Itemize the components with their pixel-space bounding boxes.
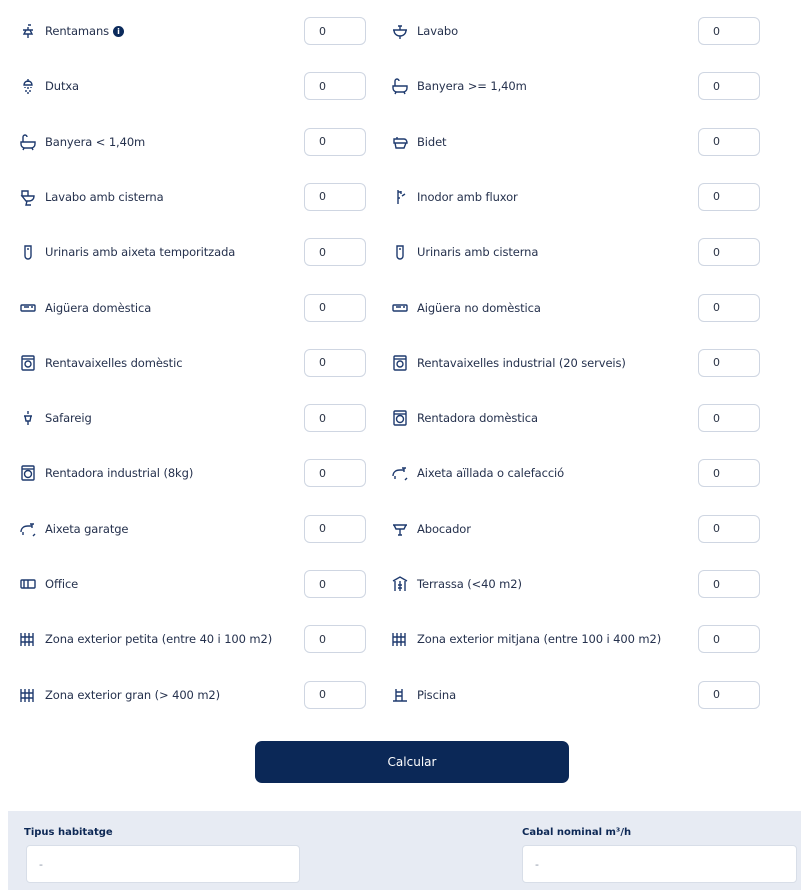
fixture-label: Aigüera no domèstica [417,300,541,315]
fixture-row: Rentamansi Lavabo [0,4,801,58]
fixture-row: Zona exterior gran (> 400 m2) Piscina [0,668,801,722]
fixture-row: Safareig Rentadora domèstica [0,391,801,445]
slop-sink-icon [390,519,410,539]
garden-zone-icon [18,629,38,649]
fixture-label: Zona exterior petita (entre 40 i 100 m2) [45,632,273,647]
fixture-label: Banyera < 1,40m [45,134,146,149]
fixture-quantity-input[interactable] [304,238,366,267]
fixture-label: Inodor amb fluxor [417,189,518,204]
fixture-quantity-input[interactable] [698,570,760,598]
fixture-quantity-input[interactable] [698,293,760,322]
toilet-cistern-icon [18,187,38,207]
fixture-quantity-input[interactable] [698,72,760,101]
urinal-icon [18,242,38,262]
tap-icon [390,463,410,483]
dishwasher-icon [18,353,38,373]
fixture-quantity-input[interactable] [304,514,366,543]
fixture-quantity-input[interactable] [304,404,366,433]
sink-icon [18,298,38,318]
info-icon[interactable]: i [113,25,125,37]
nominal-flow-field: - [522,845,797,883]
terrace-icon [390,574,410,594]
faucet-icon [18,21,38,41]
fixture-label: Zona exterior mitjana (entre 100 i 400 m… [417,632,662,647]
fixture-label: Urinaris amb aixeta temporitzada [45,245,236,260]
fixture-quantity-input[interactable] [304,72,366,101]
washing-machine-icon [18,463,38,483]
fixture-quantity-input[interactable] [698,680,760,709]
fixture-row: Banyera < 1,40m Bidet [0,115,801,169]
fixture-row: Office Terrassa (<40 m2) [0,557,801,611]
fixture-quantity-input[interactable] [304,625,366,654]
washing-machine-icon [390,408,410,428]
fixture-quantity-input[interactable] [698,404,760,433]
fixture-quantity-input[interactable] [698,182,760,211]
fixture-row: Lavabo amb cisterna Inodor amb fluxor [0,170,801,224]
fixture-label: Abocador [417,521,471,536]
fixture-label: Safareig [45,411,92,426]
nominal-flow-label: Cabal nominal m³/h [522,827,632,838]
fixture-label: Rentamans [45,24,110,38]
dishwasher-icon [390,353,410,373]
fixture-row: Zona exterior petita (entre 40 i 100 m2)… [0,612,801,666]
flush-valve-icon [390,187,410,207]
fixture-label: Dutxa [45,79,80,94]
office-icon [18,574,38,594]
fixture-row: Dutxa Banyera >= 1,40m [0,59,801,113]
shower-icon [18,76,38,96]
tap-icon [18,519,38,539]
fixture-label: Urinaris amb cisterna [417,245,539,260]
housing-type-field: - [26,845,300,883]
fixture-label: Aixeta aïllada o calefacció [417,466,565,481]
fixture-row: Rentavaixelles domèstic Rentavaixelles in… [0,336,801,390]
fixture-label: Office [45,577,79,591]
bathtub-icon [390,76,410,96]
fixture-quantity-input[interactable] [304,17,366,45]
fixture-quantity-input[interactable] [304,127,366,156]
fixture-label: Rentadora domèstica [417,411,538,426]
fixture-label: Terrassa (<40 m2) [417,577,522,591]
fixture-quantity-input[interactable] [698,127,760,156]
fixture-row: Rentadora industrial (8kg) Aixeta aïllada… [0,446,801,500]
fixture-quantity-input[interactable] [698,17,760,45]
results-panel: Tipus habitatge - Cabal nominal m³/h - [8,811,801,890]
fixture-quantity-input[interactable] [698,348,760,377]
fixture-quantity-input[interactable] [304,182,366,211]
garden-zone-icon [390,629,410,649]
fixture-quantity-input[interactable] [698,625,760,654]
washbasin-icon [390,21,410,41]
fixture-label: Rentadora industrial (8kg) [45,466,194,481]
fixture-row: Urinaris amb aixeta temporitzada Urinaris… [0,225,801,279]
fixture-label: Zona exterior gran (> 400 m2) [45,687,221,702]
fixture-quantity-input[interactable] [698,238,760,267]
fixture-label: Piscina [417,687,457,702]
fixture-quantity-input[interactable] [698,514,760,543]
fixture-label: Bidet [417,134,447,149]
sink-icon [390,298,410,318]
pool-icon [390,685,410,705]
housing-type-label: Tipus habitatge [24,827,113,838]
bidet-icon [390,132,410,152]
fixture-row: Aigüera domèstica Aigüera no domèstica [0,281,801,335]
fixture-label: Aigüera domèstica [45,300,152,315]
fixture-quantity-input[interactable] [304,348,366,377]
fixture-quantity-input[interactable] [698,459,760,488]
bathtub-icon [18,132,38,152]
fixture-quantity-input[interactable] [304,459,366,488]
fixture-label: Rentavaixelles domèstic [45,355,183,370]
fixture-label: Banyera >= 1,40m [417,79,527,94]
calculate-button[interactable]: Calcular [255,741,569,783]
fixture-label: Rentavaixelles industrial (20 serveis) [417,355,626,370]
fixture-quantity-input[interactable] [304,680,366,709]
fixture-quantity-input[interactable] [304,570,366,598]
fixture-quantity-input[interactable] [304,293,366,322]
fixture-label: Aixeta garatge [45,521,129,536]
fixture-label: Lavabo amb cisterna [45,189,164,204]
laundry-sink-icon [18,408,38,428]
garden-zone-icon [18,685,38,705]
urinal-icon [390,242,410,262]
fixture-label: Lavabo [417,24,459,38]
fixture-row: Aixeta garatge Abocador [0,502,801,556]
